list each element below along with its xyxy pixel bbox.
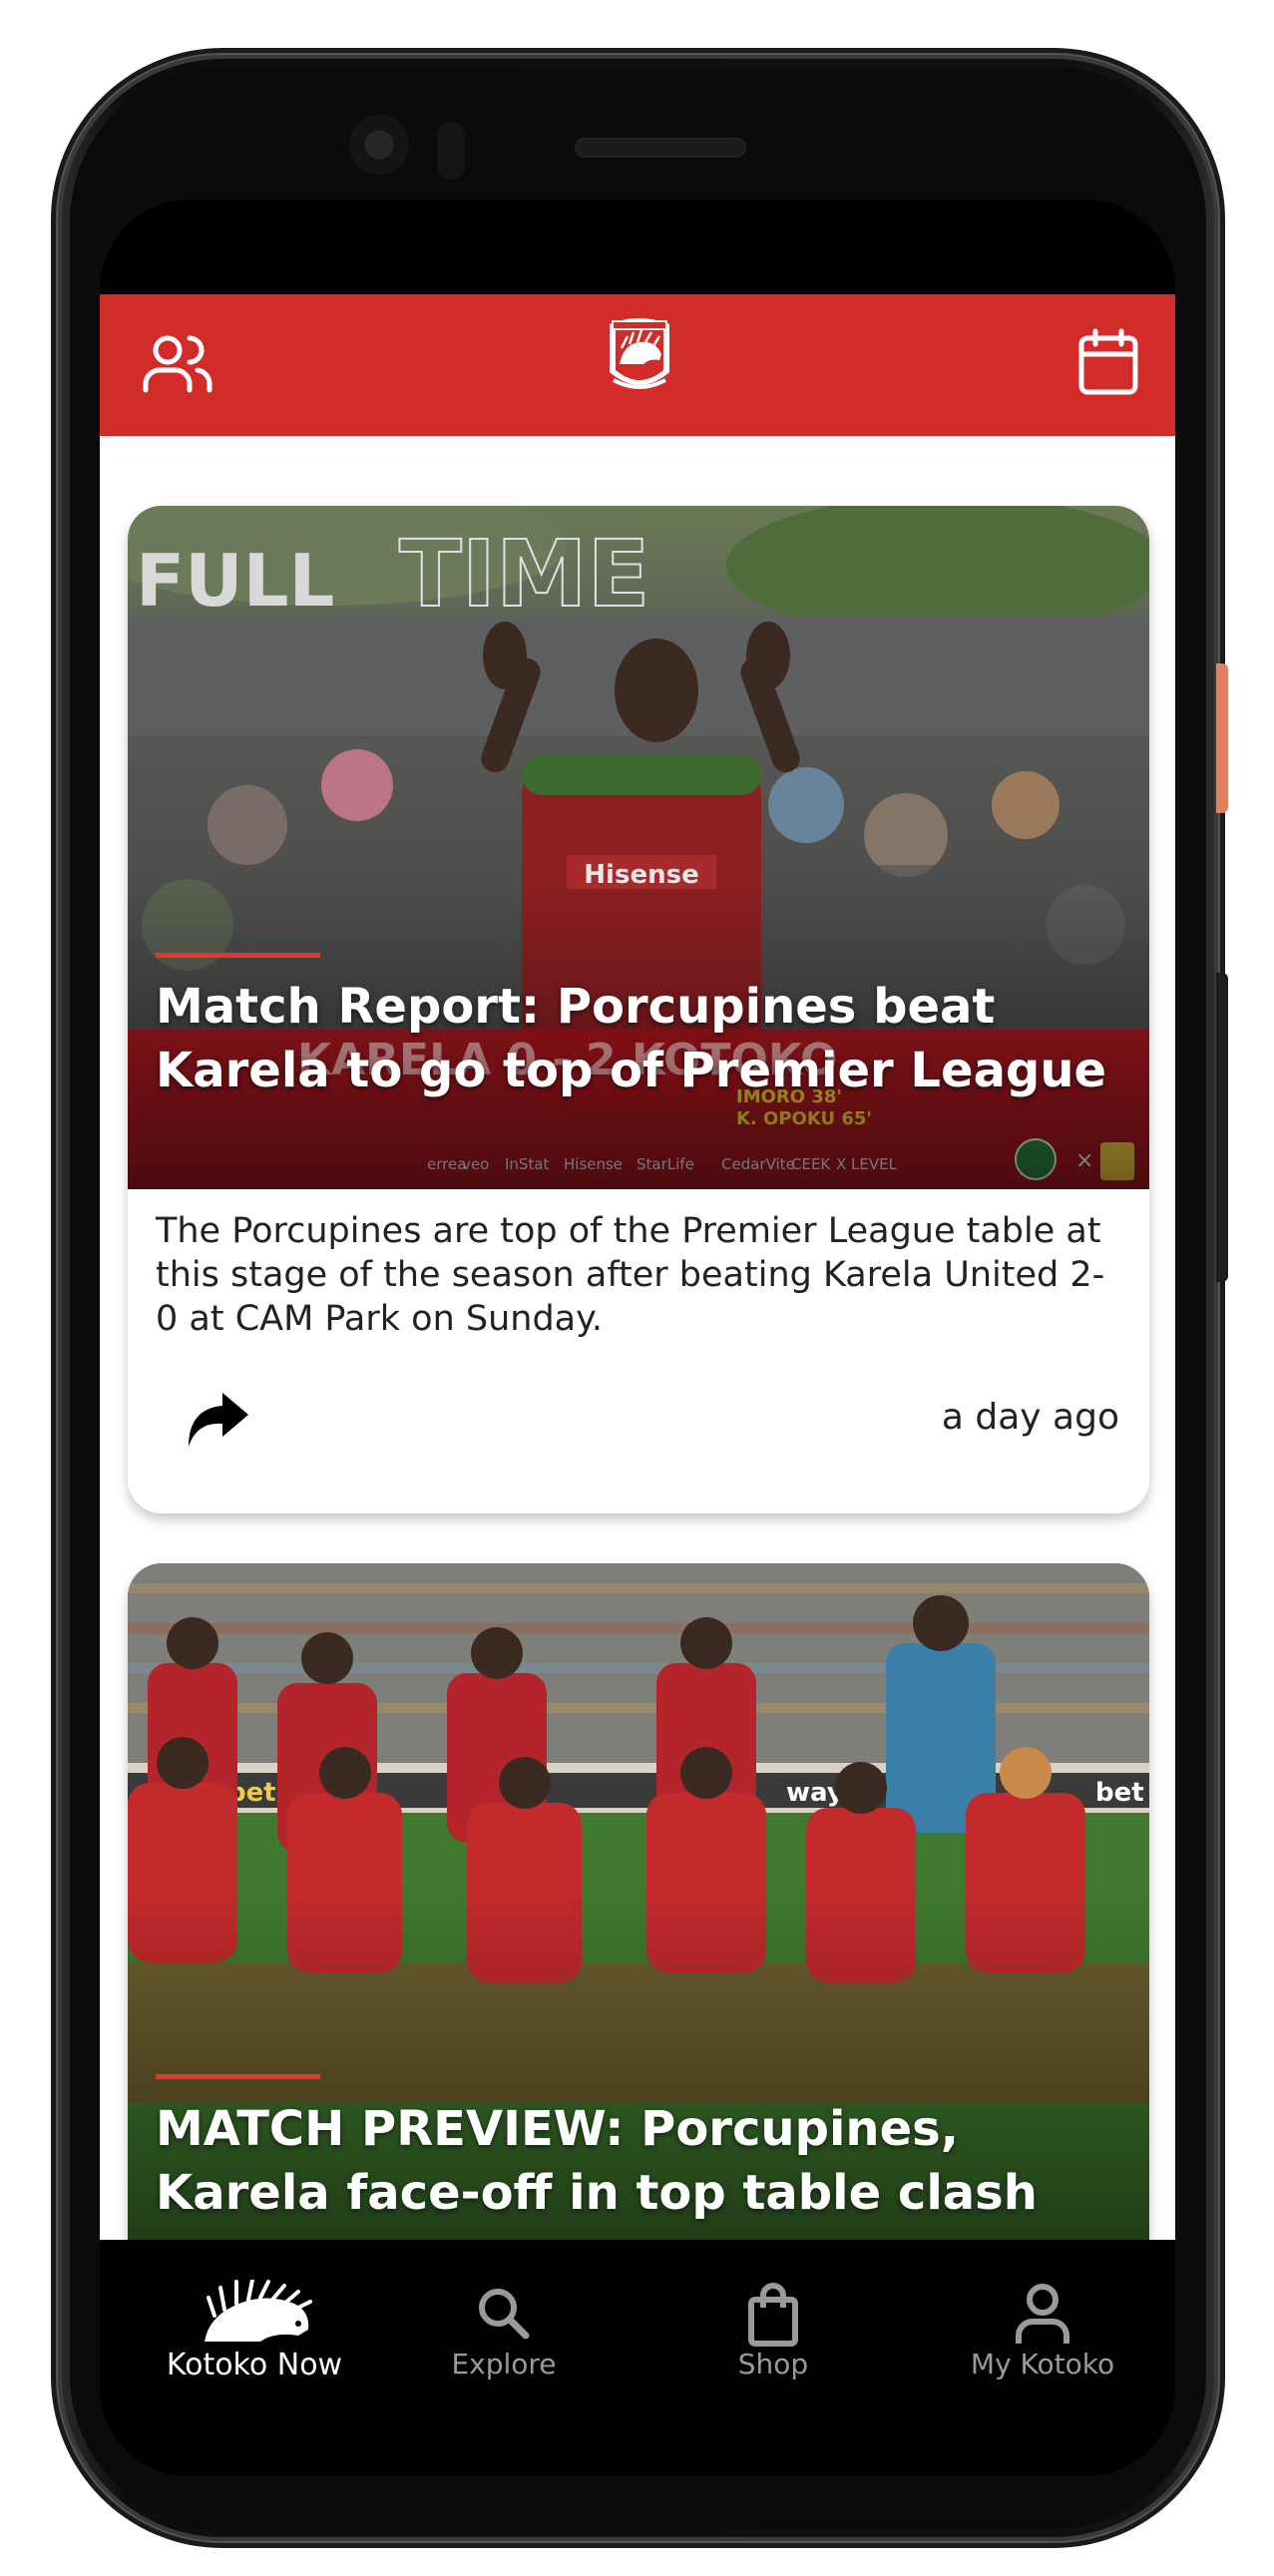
proximity-sensor	[437, 122, 465, 180]
news-card[interactable]: bet way bet	[128, 1563, 1149, 2240]
earpiece-speaker	[577, 140, 744, 156]
nav-my-kotoko[interactable]: My Kotoko	[933, 2280, 1152, 2380]
search-icon	[394, 2280, 614, 2348]
title-accent-bar	[156, 953, 320, 958]
card-timestamp: a day ago	[941, 1397, 1119, 1438]
news-card[interactable]: Hisense FULL TIME KARELA 0 - 2 KOTOKO IM…	[128, 506, 1149, 1513]
news-feed[interactable]: Hisense FULL TIME KARELA 0 - 2 KOTOKO IM…	[100, 436, 1175, 2240]
users-icon[interactable]	[142, 332, 213, 400]
card-title[interactable]: Match Report: Porcupines beat Karela to …	[156, 975, 1109, 1102]
nav-kotoko-now[interactable]: Kotoko Now	[145, 2278, 364, 2382]
shopping-bag-icon	[663, 2280, 883, 2348]
share-arrow-icon[interactable]	[183, 1389, 252, 1449]
porcupine-icon	[145, 2278, 364, 2348]
nav-label: My Kotoko	[970, 2348, 1115, 2380]
front-camera	[349, 115, 409, 175]
power-button	[1216, 663, 1228, 813]
calendar-icon[interactable]	[1077, 328, 1139, 400]
nav-label: Shop	[737, 2348, 809, 2380]
card-summary: The Porcupines are top of the Premier Le…	[156, 1211, 1105, 1339]
nav-label: Explore	[451, 2348, 557, 2380]
user-icon	[933, 2280, 1152, 2348]
nav-label: Kotoko Now	[166, 2348, 343, 2382]
title-accent-bar	[156, 2074, 320, 2079]
asante-kotoko-crest-logo[interactable]	[604, 314, 675, 406]
nav-explore[interactable]: Explore	[394, 2280, 614, 2380]
nav-shop[interactable]: Shop	[663, 2280, 883, 2380]
app-screen: Hisense FULL TIME KARELA 0 - 2 KOTOKO IM…	[100, 200, 1175, 2476]
app-header	[100, 294, 1175, 436]
bottom-navigation: Kotoko Now Explore Shop My Kotoko	[100, 2240, 1175, 2476]
volume-button	[1216, 973, 1228, 1282]
card-title[interactable]: MATCH PREVIEW: Porcupines, Karela face-o…	[156, 2097, 1109, 2225]
